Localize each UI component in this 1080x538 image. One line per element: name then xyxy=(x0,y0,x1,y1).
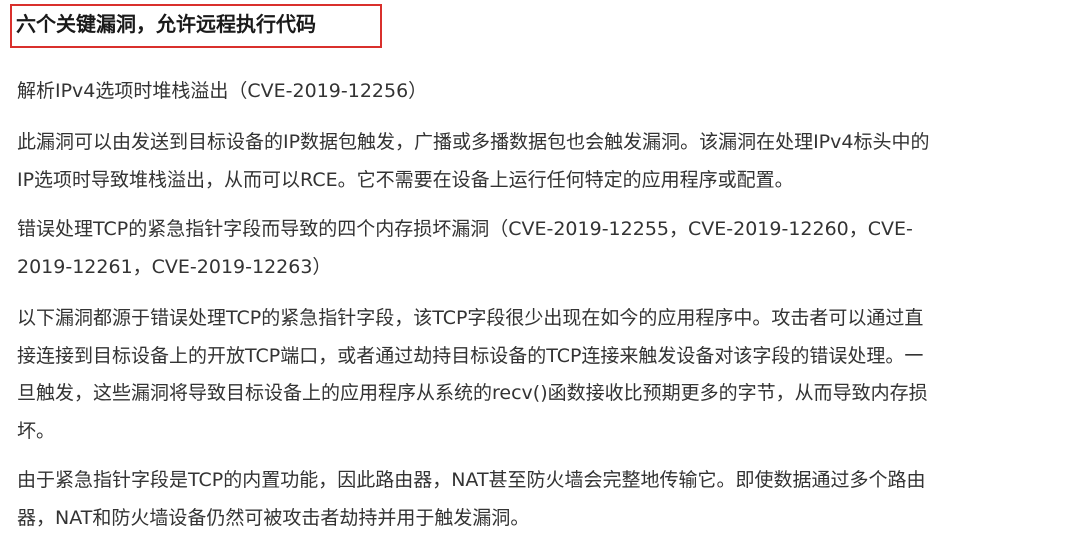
article-content: 六个关键漏洞，允许远程执行代码 解析IPv4选项时堆栈溢出（CVE-2019-1… xyxy=(0,0,1080,538)
paragraph-4-line-3: 旦触发，这些漏洞将导致目标设备上的应用程序从系统的recv()函数接收比预期更多… xyxy=(17,382,928,404)
paragraph-4-line-2: 接连接到目标设备上的开放TCP端口，或者通过劫持目标设备的TCP连接来触发设备对… xyxy=(17,345,924,367)
paragraph-2-line-2: IP选项时导致堆栈溢出，从而可以RCE。它不需要在设备上运行任何特定的应用程序或… xyxy=(17,169,794,191)
paragraph-3-line-2: 2019-12261，CVE-2019-12263） xyxy=(17,256,332,278)
paragraph-4-line-4: 坏。 xyxy=(17,420,56,442)
section-heading: 六个关键漏洞，允许远程执行代码 xyxy=(16,12,316,36)
paragraph-5-line-2: 器，NAT和防火墙设备仍然可被攻击者劫持并用于触发漏洞。 xyxy=(17,507,530,529)
paragraph-4-line-1: 以下漏洞都源于错误处理TCP的紧急指针字段，该TCP字段很少出现在如今的应用程序… xyxy=(17,307,924,329)
paragraph-3-line-1: 错误处理TCP的紧急指针字段而导致的四个内存损坏漏洞（CVE-2019-1225… xyxy=(17,218,913,240)
paragraph-5-line-1: 由于紧急指针字段是TCP的内置功能，因此路由器，NAT甚至防火墙会完整地传输它。… xyxy=(17,469,926,491)
paragraph-2-line-1: 此漏洞可以由发送到目标设备的IP数据包触发，广播或多播数据包也会触发漏洞。该漏洞… xyxy=(17,131,930,153)
paragraph-1-line-1: 解析IPv4选项时堆栈溢出（CVE-2019-12256） xyxy=(17,80,428,102)
